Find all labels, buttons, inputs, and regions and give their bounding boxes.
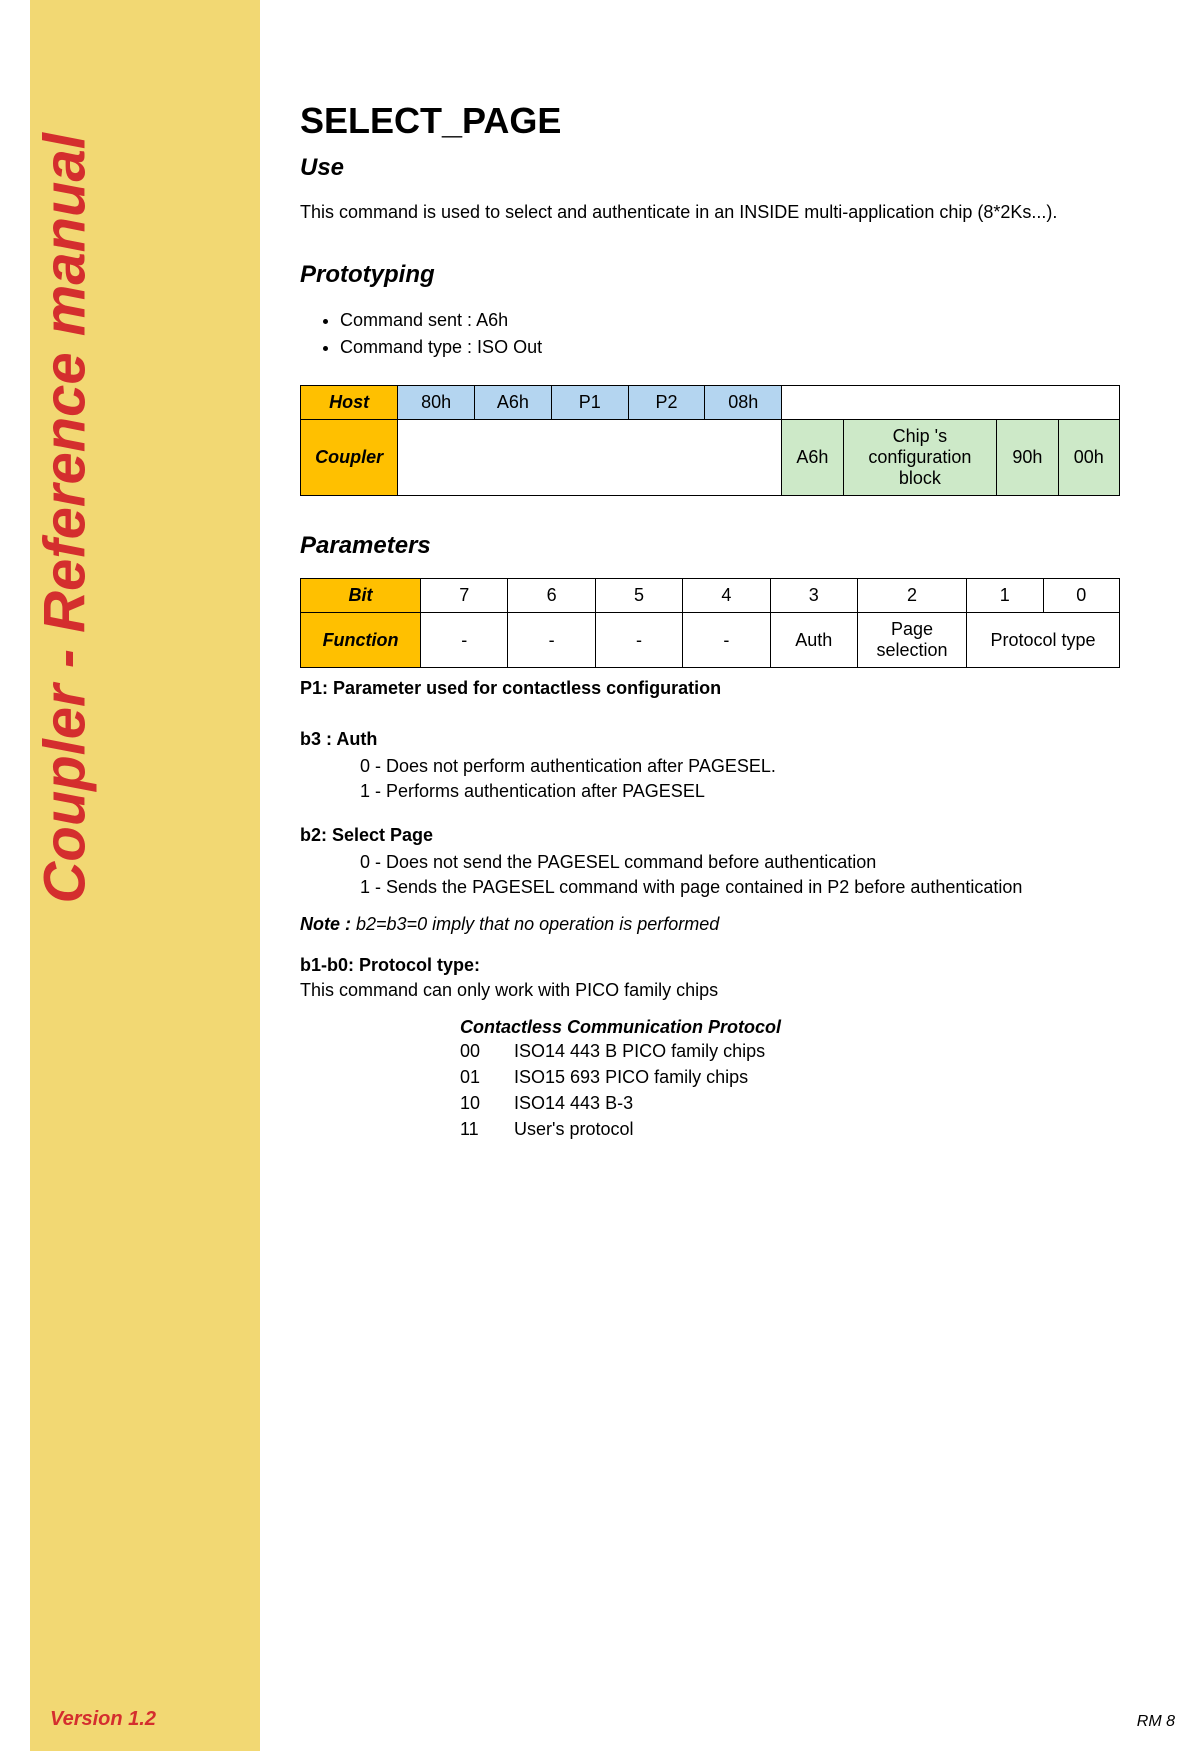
- func-cell: -: [508, 613, 595, 668]
- host-cell: A6h: [475, 386, 552, 420]
- ccp-desc: ISO15 693 PICO family chips: [514, 1067, 748, 1087]
- table-row: Function - - - - Auth Page selection Pro…: [301, 613, 1120, 668]
- bit-cell: 1: [967, 579, 1043, 613]
- coupler-cell: A6h: [782, 420, 843, 496]
- func-cell: -: [595, 613, 682, 668]
- b1b0-title: b1-b0: Protocol type:: [300, 955, 1120, 976]
- ccp-row: 00ISO14 443 B PICO family chips: [460, 1038, 1120, 1064]
- host-cell: P1: [551, 386, 628, 420]
- ccp-code: 11: [460, 1116, 514, 1142]
- bit-cell: 7: [421, 579, 508, 613]
- bit-cell: 3: [770, 579, 857, 613]
- table-row: Host 80h A6h P1 P2 08h: [301, 386, 1120, 420]
- ccp-row: 10ISO14 443 B-3: [460, 1090, 1120, 1116]
- ccp-row: 11User's protocol: [460, 1116, 1120, 1142]
- func-cell: -: [683, 613, 770, 668]
- b2-line0: 0 - Does not send the PAGESEL command be…: [360, 850, 1120, 875]
- bit-cell: 4: [683, 579, 770, 613]
- note-label: Note :: [300, 914, 356, 934]
- bit-cell: 2: [857, 579, 966, 613]
- version-label: Version 1.2: [50, 1708, 156, 1731]
- page-title: SELECT_PAGE: [300, 100, 1120, 142]
- ccp-code: 00: [460, 1038, 514, 1064]
- coupler-label-cell: Coupler: [301, 420, 398, 496]
- parameters-table: Bit 7 6 5 4 3 2 1 0 Function - - - - Aut…: [300, 578, 1120, 668]
- host-cell: 08h: [705, 386, 782, 420]
- coupler-cell: 90h: [997, 420, 1058, 496]
- ccp-desc: User's protocol: [514, 1119, 633, 1139]
- bit-cell: 5: [595, 579, 682, 613]
- use-heading: Use: [300, 154, 1120, 182]
- empty-cell: [782, 386, 1120, 420]
- p1-caption: P1: Parameter used for contactless confi…: [300, 678, 1120, 699]
- bit-cell: 6: [508, 579, 595, 613]
- ccp-code: 01: [460, 1064, 514, 1090]
- list-item: Command type : ISO Out: [340, 334, 1120, 361]
- b2-title: b2: Select Page: [300, 825, 1120, 846]
- main-content: SELECT_PAGE Use This command is used to …: [300, 100, 1120, 1142]
- b3-lines: 0 - Does not perform authentication afte…: [360, 754, 1120, 804]
- note-text: b2=b3=0 imply that no operation is perfo…: [356, 914, 719, 934]
- list-item: Command sent : A6h: [340, 307, 1120, 334]
- ccp-heading: Contactless Communication Protocol: [460, 1017, 1120, 1038]
- ccp-desc: ISO14 443 B PICO family chips: [514, 1041, 765, 1061]
- b3-title: b3 : Auth: [300, 729, 1120, 750]
- prototyping-bullets: Command sent : A6h Command type : ISO Ou…: [340, 307, 1120, 361]
- coupler-cell: Chip 's configuration block: [843, 420, 997, 496]
- func-cell: Protocol type: [967, 613, 1120, 668]
- host-cell: P2: [628, 386, 705, 420]
- bit-cell: 0: [1043, 579, 1119, 613]
- b1b0-text: This command can only work with PICO fam…: [300, 980, 1120, 1001]
- func-cell: Auth: [770, 613, 857, 668]
- parameters-heading: Parameters: [300, 532, 1120, 560]
- prototyping-heading: Prototyping: [300, 261, 1120, 289]
- host-cell: 80h: [398, 386, 475, 420]
- table-row: Coupler A6h Chip 's configuration block …: [301, 420, 1120, 496]
- empty-cell: [398, 420, 782, 496]
- document-title-vertical: Coupler - Reference manual: [32, 133, 99, 903]
- ccp-desc: ISO14 443 B-3: [514, 1093, 633, 1113]
- use-text: This command is used to select and authe…: [300, 200, 1120, 225]
- bit-label-cell: Bit: [301, 579, 421, 613]
- page-number: RM 8: [1137, 1713, 1175, 1731]
- func-cell: Page selection: [857, 613, 966, 668]
- table-row: Bit 7 6 5 4 3 2 1 0: [301, 579, 1120, 613]
- b2-lines: 0 - Does not send the PAGESEL command be…: [360, 850, 1120, 900]
- b3-line0: 0 - Does not perform authentication afte…: [360, 754, 1120, 779]
- ccp-code: 10: [460, 1090, 514, 1116]
- func-cell: -: [421, 613, 508, 668]
- function-label-cell: Function: [301, 613, 421, 668]
- b3-line1: 1 - Performs authentication after PAGESE…: [360, 779, 1120, 804]
- ccp-row: 01ISO15 693 PICO family chips: [460, 1064, 1120, 1090]
- b2-line1: 1 - Sends the PAGESEL command with page …: [360, 875, 1120, 900]
- ccp-list: 00ISO14 443 B PICO family chips 01ISO15 …: [460, 1038, 1120, 1142]
- note-line: Note : b2=b3=0 imply that no operation i…: [300, 914, 1120, 935]
- coupler-cell: 00h: [1058, 420, 1119, 496]
- host-label-cell: Host: [301, 386, 398, 420]
- prototyping-table: Host 80h A6h P1 P2 08h Coupler A6h Chip …: [300, 385, 1120, 496]
